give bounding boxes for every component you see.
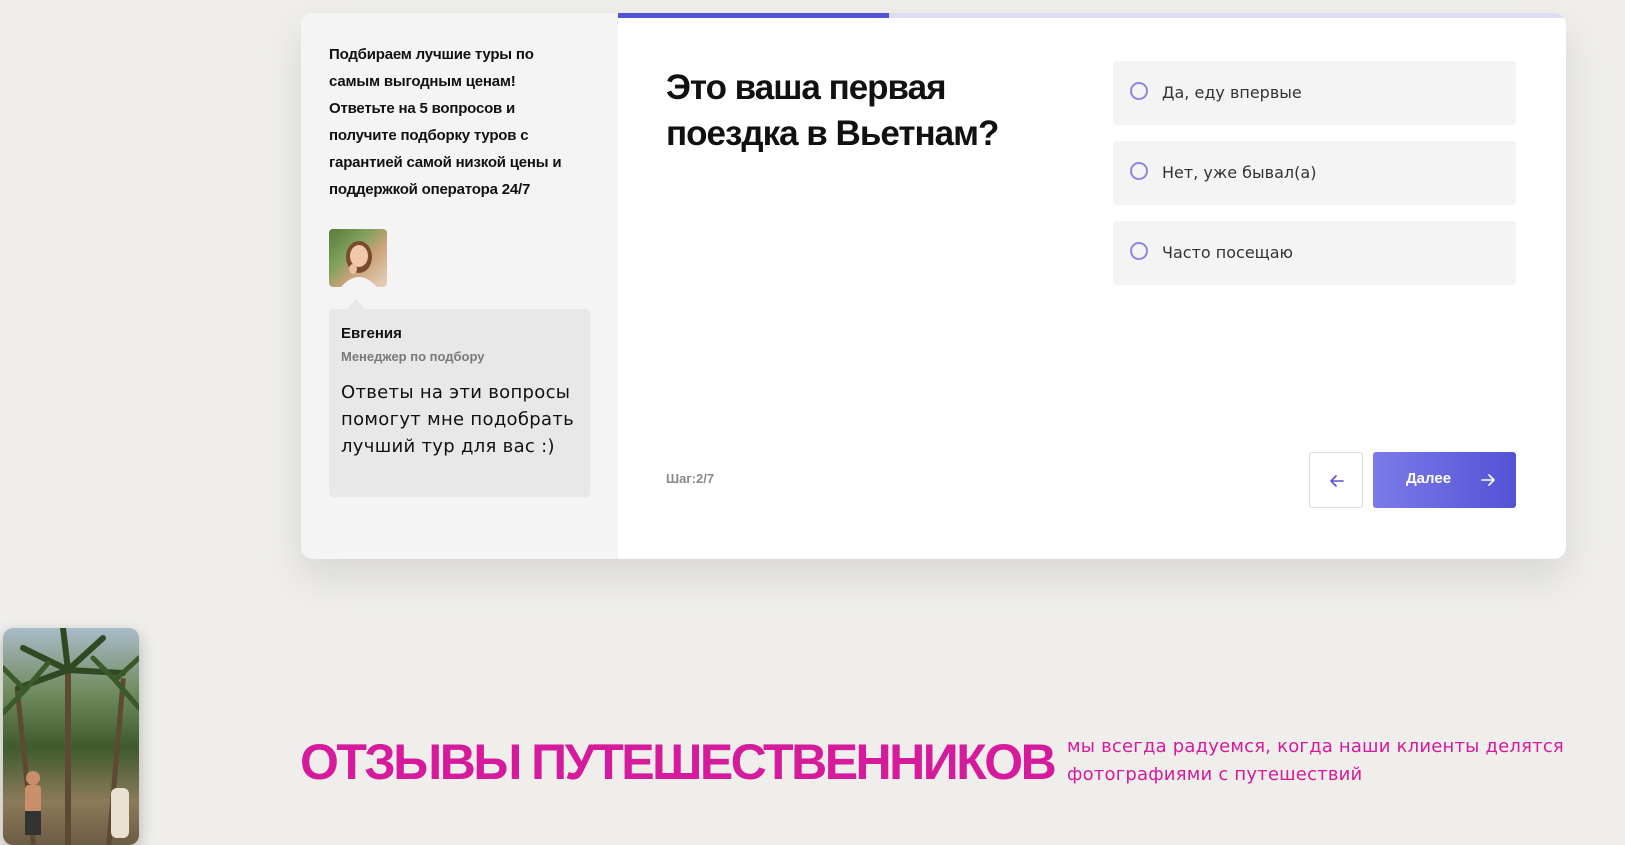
traveler-photo <box>3 628 139 845</box>
quiz-card: Подбираем лучшие туры по самым выгодным … <box>301 13 1566 559</box>
question-title: Это ваша первая поездка в Вьетнам? <box>666 68 999 153</box>
radio-icon[interactable] <box>1130 162 1148 180</box>
intro-text: Подбираем лучшие туры по самым выгодным … <box>329 46 562 198</box>
step-counter: Шаг:2/7 <box>666 471 715 486</box>
manager-message: Ответы на эти вопросы помогут мне подобр… <box>341 382 575 457</box>
progress-fill <box>618 13 890 18</box>
arrow-right-icon <box>1481 474 1495 486</box>
palm-trees-photo-icon <box>3 628 139 845</box>
next-button[interactable]: Далее <box>1373 452 1516 508</box>
next-button-label: Далее <box>1406 470 1452 487</box>
option-often[interactable]: Часто посещаю <box>1113 221 1516 285</box>
avatar-portrait-icon <box>341 241 377 287</box>
manager-bubble: Евгения Менеджер по подбору Ответы на эт… <box>329 309 590 497</box>
arrow-left-icon <box>1330 475 1344 487</box>
option-label: Часто посещаю <box>1162 243 1293 262</box>
option-label: Нет, уже бывал(а) <box>1162 163 1317 182</box>
bubble-tail <box>347 299 365 309</box>
reviews-subtitle: мы всегда радуемся, когда наши клиенты д… <box>1067 736 1564 785</box>
progress-bar <box>618 13 1566 18</box>
option-first-time[interactable]: Да, еду впервые <box>1113 61 1516 125</box>
manager-name: Евгения <box>341 325 402 342</box>
option-been-before[interactable]: Нет, уже бывал(а) <box>1113 141 1516 205</box>
manager-role: Менеджер по подбору <box>341 349 485 364</box>
reviews-heading: ОТЗЫВЫ ПУТЕШЕСТВЕННИКОВ <box>300 734 1057 790</box>
radio-icon[interactable] <box>1130 242 1148 260</box>
quiz-sidebar: Подбираем лучшие туры по самым выгодным … <box>301 13 618 559</box>
radio-icon[interactable] <box>1130 82 1148 100</box>
manager-avatar <box>329 229 387 287</box>
option-label: Да, еду впервые <box>1162 83 1302 102</box>
back-button[interactable] <box>1309 452 1363 508</box>
